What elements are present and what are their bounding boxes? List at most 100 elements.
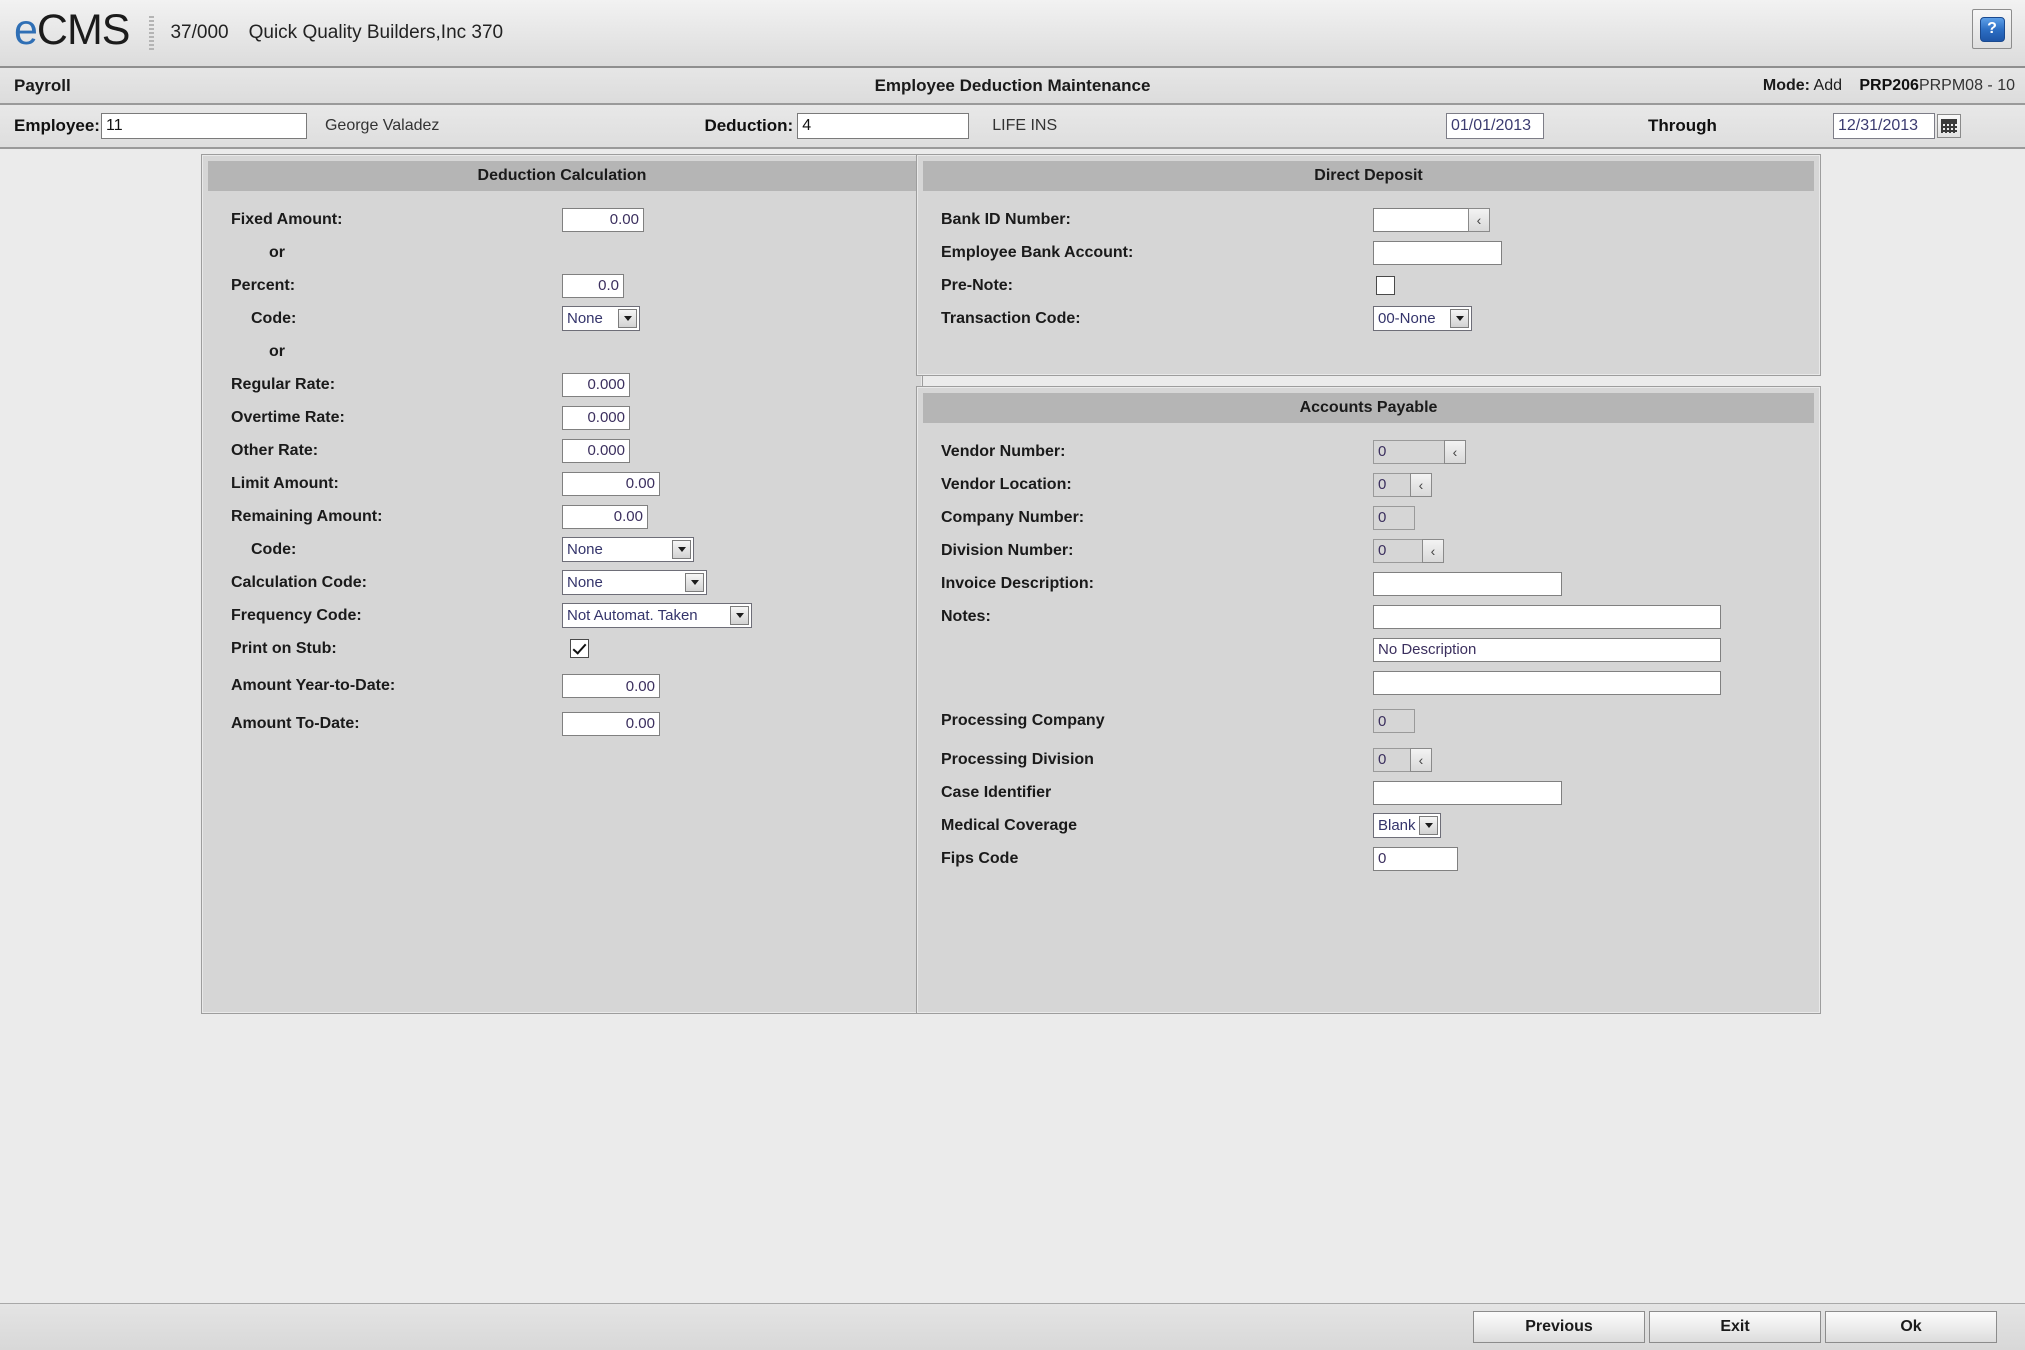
print-on-stub-row: Print on Stub: (202, 632, 922, 665)
limit-amount-label: Limit Amount: (231, 474, 339, 492)
notes-input-2[interactable] (1373, 637, 1721, 662)
mode-value: Add (1813, 76, 1842, 94)
print-on-stub-checkbox[interactable] (570, 639, 589, 658)
remaining-code-value: None (567, 541, 603, 558)
case-identifier-input[interactable] (1373, 780, 1562, 805)
deduction-label: Deduction: (704, 116, 794, 135)
other-rate-input[interactable] (562, 438, 630, 463)
fixed-amount-row: Fixed Amount: (202, 203, 922, 236)
lookup-chevron-icon[interactable]: ‹ (1410, 747, 1432, 772)
employee-name: George Valadez (324, 117, 440, 134)
invoice-description-input[interactable] (1373, 571, 1562, 596)
amount-todate-label: Amount To-Date: (231, 714, 360, 732)
deduction-calculation-title: Deduction Calculation (208, 161, 916, 191)
vendor-number-group: ‹ (1373, 439, 1466, 464)
exit-button[interactable]: Exit (1649, 1311, 1821, 1343)
division-number-row: Division Number: ‹ (917, 534, 1820, 567)
remaining-amount-label: Remaining Amount: (231, 507, 383, 525)
module-name: Payroll (14, 75, 71, 95)
vendor-location-input[interactable] (1373, 472, 1411, 497)
case-identifier-row: Case Identifier (917, 776, 1820, 809)
regular-rate-input[interactable] (562, 372, 630, 397)
invoice-description-row: Invoice Description: (917, 567, 1820, 600)
bank-id-input[interactable] (1373, 207, 1469, 232)
program-identifier: PRP206PRPM08 - 10 (1859, 77, 2015, 95)
vendor-location-group: ‹ (1373, 472, 1432, 497)
prenote-label: Pre-Note: (941, 276, 1014, 294)
chevron-down-icon (730, 606, 749, 625)
logo-text-cms: CMS (36, 6, 131, 54)
chevron-down-icon (672, 540, 691, 559)
overtime-rate-row: Overtime Rate: (202, 401, 922, 434)
other-rate-row: Other Rate: (202, 434, 922, 467)
mode-indicator: Mode: Add (1763, 77, 1842, 95)
lookup-chevron-icon[interactable]: ‹ (1444, 439, 1466, 464)
percent-code-select[interactable]: None (562, 306, 640, 331)
processing-division-input[interactable] (1373, 747, 1411, 772)
vendor-location-label: Vendor Location: (941, 475, 1072, 493)
percent-input[interactable] (562, 273, 624, 298)
previous-button[interactable]: Previous (1473, 1311, 1645, 1343)
help-button[interactable]: ? (1972, 9, 2012, 49)
division-number-input[interactable] (1373, 538, 1423, 563)
company-number-input[interactable] (1373, 505, 1415, 530)
overtime-rate-label: Overtime Rate: (231, 408, 345, 426)
percent-label: Percent: (231, 276, 296, 294)
ok-button[interactable]: Ok (1825, 1311, 1997, 1343)
fips-code-input[interactable] (1373, 846, 1458, 871)
prenote-row: Pre-Note: (917, 269, 1820, 302)
medical-coverage-select[interactable]: Blank (1373, 813, 1441, 838)
transaction-code-value: 00-None (1378, 310, 1436, 327)
regular-rate-row: Regular Rate: (202, 368, 922, 401)
division-number-label: Division Number: (941, 541, 1074, 559)
employee-input[interactable] (100, 113, 307, 139)
chevron-down-icon (1450, 309, 1469, 328)
vendor-number-input[interactable] (1373, 439, 1445, 464)
limit-amount-input[interactable] (562, 471, 660, 496)
ecms-logo: eCMS (14, 6, 131, 57)
percent-row: Percent: (202, 269, 922, 302)
form-content-area: Deduction Calculation Fixed Amount: or P… (0, 149, 2025, 1350)
through-label: Through (1648, 116, 1717, 135)
remaining-code-row: Code: None (202, 533, 922, 566)
accounts-payable-title: Accounts Payable (923, 393, 1814, 423)
print-on-stub-label: Print on Stub: (231, 639, 337, 657)
calculation-code-row: Calculation Code: None (202, 566, 922, 599)
amount-todate-input[interactable] (562, 711, 660, 736)
lookup-chevron-icon[interactable]: ‹ (1422, 538, 1444, 563)
transaction-code-select[interactable]: 00-None (1373, 306, 1472, 331)
mode-label: Mode: (1762, 76, 1810, 94)
brand-bar: eCMS 37/000 Quick Quality Builders,Inc 3… (0, 0, 2025, 68)
employee-label: Employee: (14, 116, 100, 135)
lookup-chevron-icon[interactable]: ‹ (1410, 472, 1432, 497)
employee-bank-account-input[interactable] (1373, 240, 1502, 265)
frequency-code-select[interactable]: Not Automat. Taken (562, 603, 752, 628)
medical-coverage-value: Blank (1378, 817, 1416, 834)
notes-input-3[interactable] (1373, 670, 1721, 695)
company-number-row: Company Number: (917, 501, 1820, 534)
remaining-code-select[interactable]: None (562, 537, 694, 562)
effective-date-field[interactable]: 01/01/2013 (1446, 113, 1544, 139)
fixed-amount-input[interactable] (562, 207, 644, 232)
processing-company-input[interactable] (1373, 709, 1415, 733)
vendor-number-row: Vendor Number: ‹ (917, 435, 1820, 468)
chevron-down-icon (618, 309, 637, 328)
overtime-rate-input[interactable] (562, 405, 630, 430)
remaining-amount-input[interactable] (562, 504, 648, 529)
notes-label: Notes: (941, 607, 991, 625)
fips-code-row: Fips Code (917, 842, 1820, 875)
or-label-1: or (269, 243, 285, 261)
lookup-chevron-icon[interactable]: ‹ (1468, 207, 1490, 232)
vendor-number-label: Vendor Number: (941, 442, 1066, 460)
through-date-field[interactable]: 12/31/2013 (1833, 113, 1935, 139)
ecms-application-window: eCMS 37/000 Quick Quality Builders,Inc 3… (0, 0, 2025, 1350)
notes-input-1[interactable] (1373, 604, 1721, 629)
prenote-checkbox[interactable] (1376, 276, 1395, 295)
calendar-icon[interactable] (1937, 114, 1961, 138)
program-suffix: PRPM08 - 10 (1918, 76, 2015, 94)
calculation-code-select[interactable]: None (562, 570, 707, 595)
amount-todate-row: Amount To-Date: (202, 707, 922, 740)
logo-separator (149, 16, 155, 50)
deduction-input[interactable] (797, 113, 970, 139)
amount-ytd-input[interactable] (562, 674, 660, 698)
